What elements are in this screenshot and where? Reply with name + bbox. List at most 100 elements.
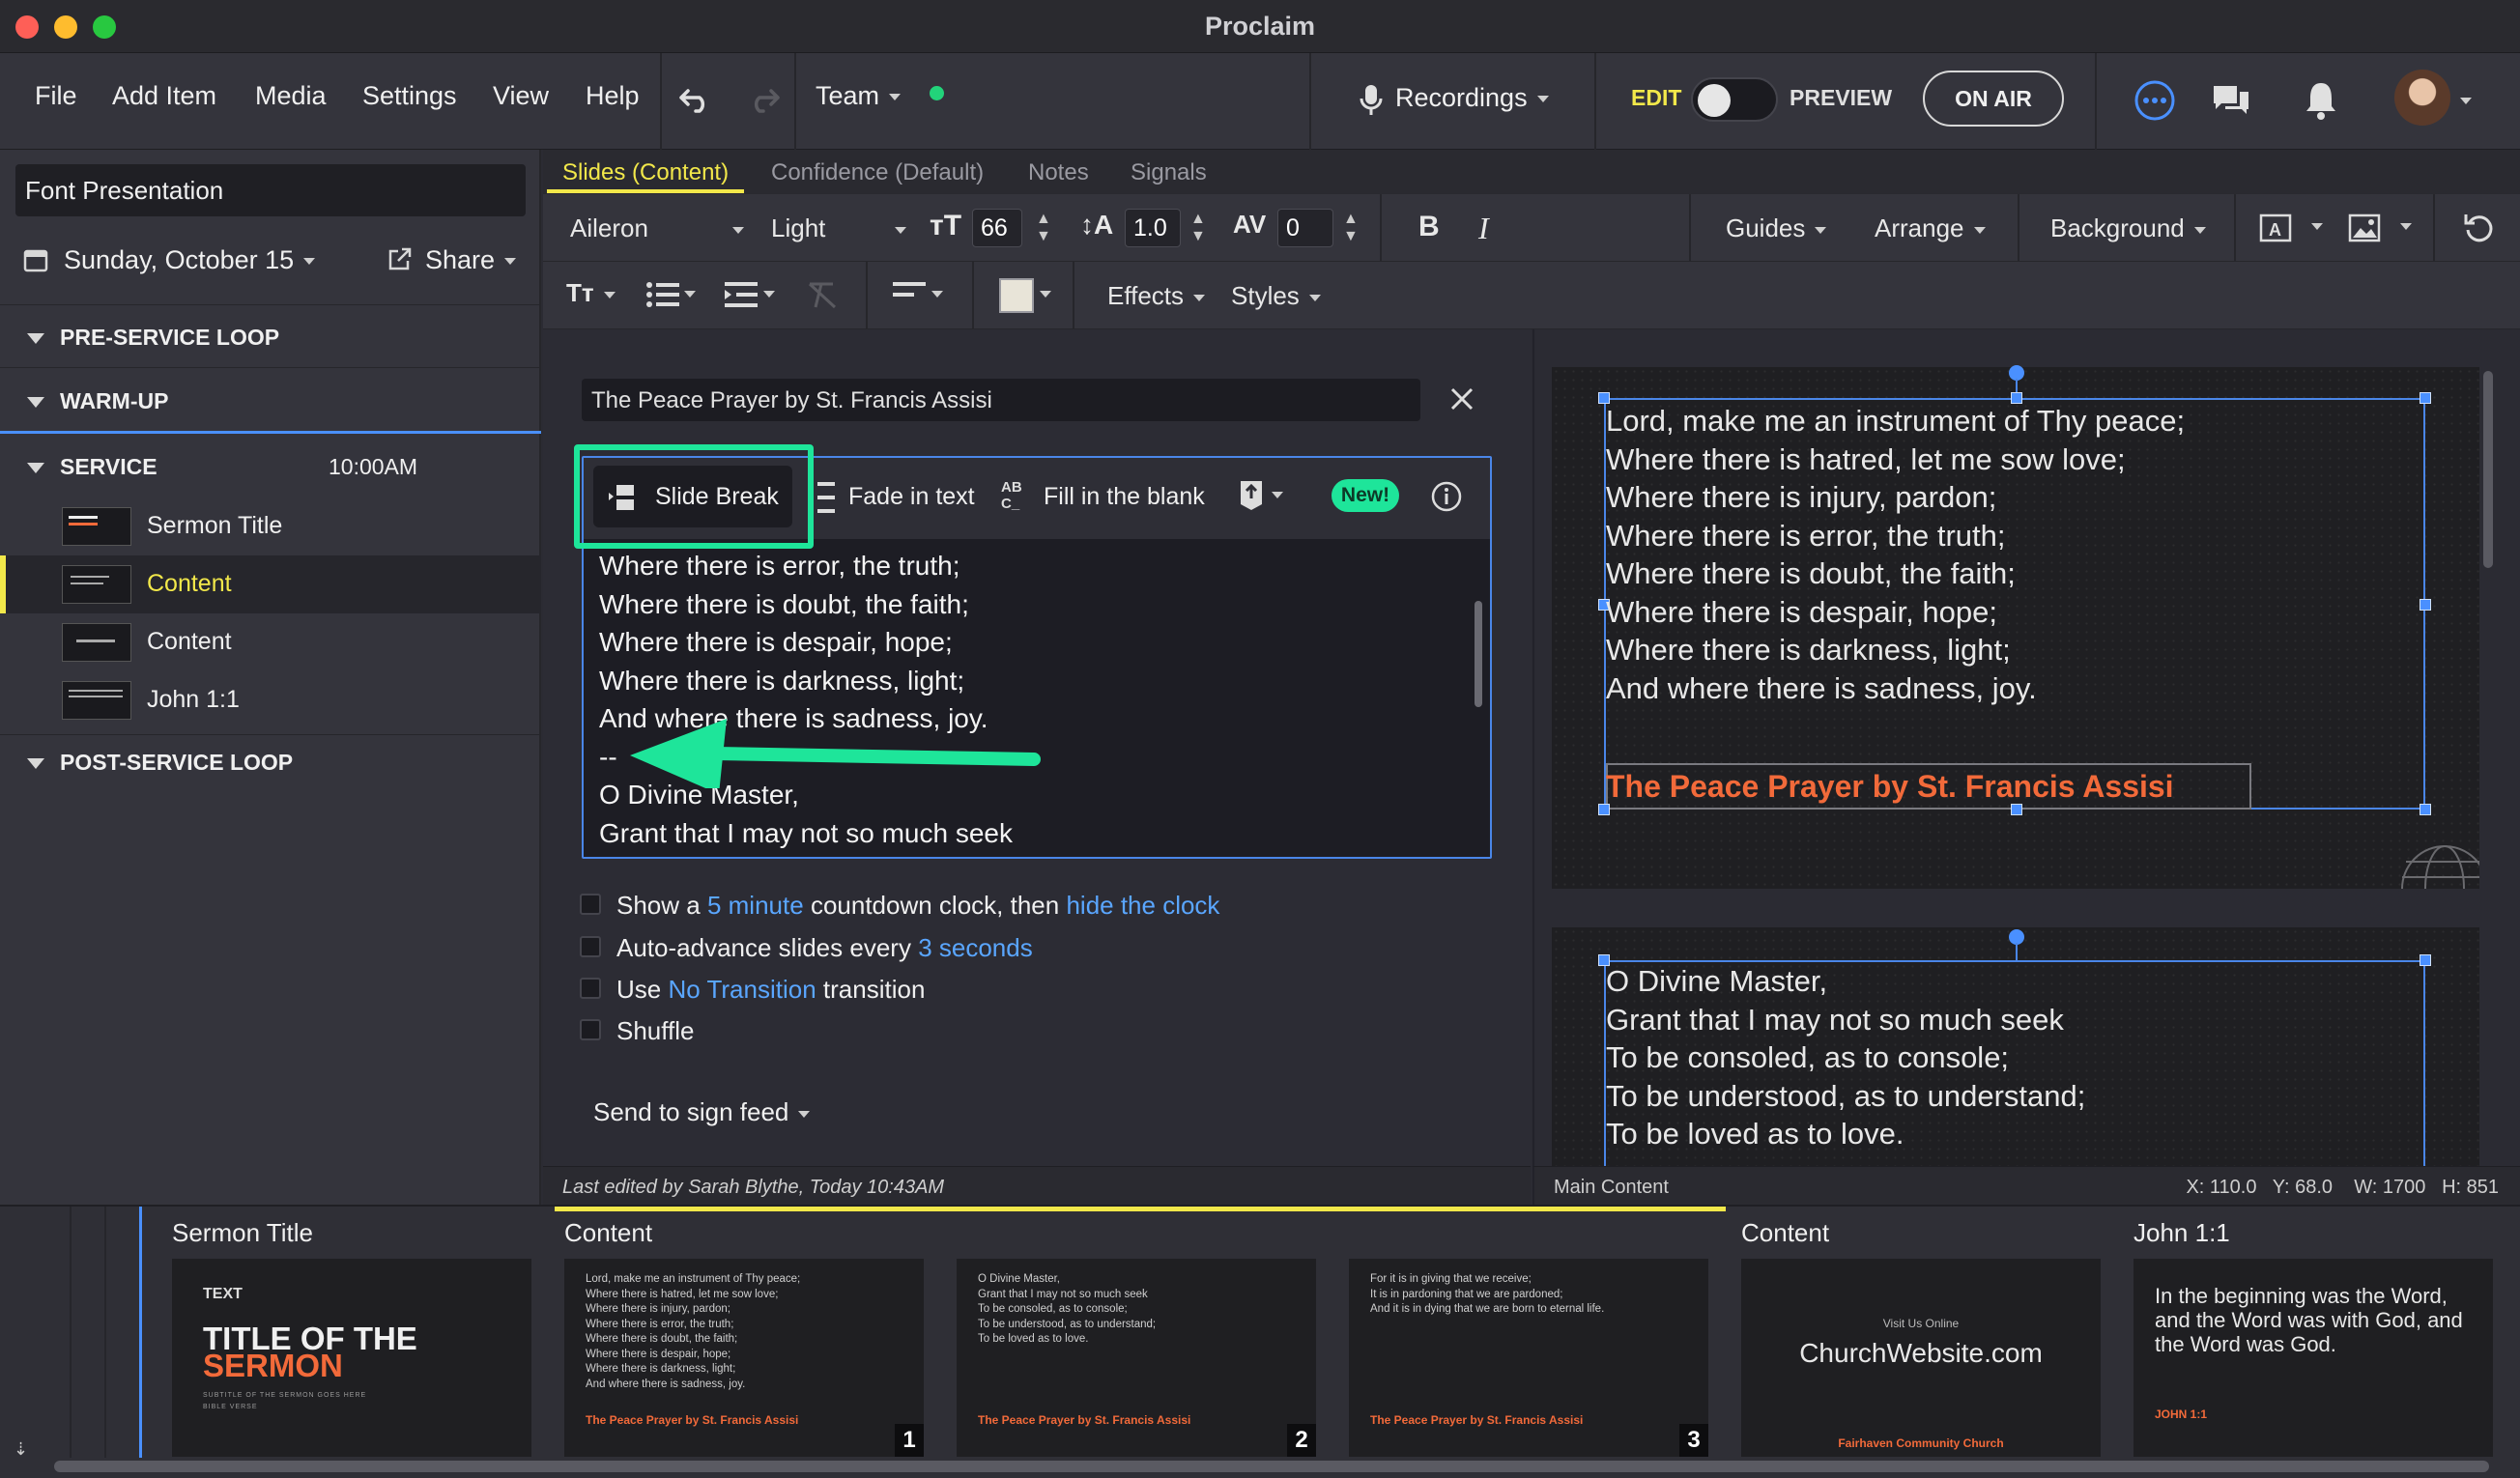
more-options-icon[interactable]	[2133, 79, 2176, 122]
align-chevron-icon[interactable]	[922, 286, 943, 303]
font-size-stepper[interactable]: ▲ ▼	[1036, 211, 1051, 245]
transition-checkbox[interactable]	[580, 978, 601, 999]
slide-thumb-content-2[interactable]: O Divine Master, Grant that I may not so …	[957, 1259, 1316, 1457]
share-dropdown[interactable]: Share	[425, 245, 516, 275]
fill-in-blank-button[interactable]: Fill in the blank	[1044, 483, 1205, 511]
line-height-stepper[interactable]: ▲ ▼	[1190, 211, 1206, 245]
transition-type-link[interactable]: No Transition	[668, 975, 816, 1004]
resize-handle[interactable]	[2011, 804, 2022, 815]
countdown-checkbox[interactable]	[580, 894, 601, 915]
slide-break-button[interactable]: Slide Break	[593, 466, 792, 527]
collapse-strip-icon[interactable]: ⇣	[14, 1439, 28, 1460]
slide-thumb-sermon-title[interactable]: TEXT TITLE OF THE SERMON SUBTITLE OF THE…	[172, 1259, 531, 1457]
slide-thumb-john[interactable]: In the beginning was the Word, and the W…	[2133, 1259, 2493, 1457]
background-dropdown[interactable]: Background	[2050, 213, 2206, 243]
insert-marker-chevron-icon[interactable]	[1262, 487, 1283, 504]
bullet-list-chevron-icon[interactable]	[674, 286, 696, 303]
slide-thumb-content-3[interactable]: For it is in giving that we receive; It i…	[1349, 1259, 1708, 1457]
redo-icon[interactable]	[746, 85, 781, 114]
slide-2-text: O Divine Master, Grant that I may not so…	[1606, 962, 2085, 1153]
effects-dropdown[interactable]: Effects	[1107, 281, 1205, 311]
service-date-dropdown[interactable]: Sunday, October 15	[64, 245, 315, 275]
edit-preview-toggle[interactable]	[1691, 77, 1778, 122]
styles-dropdown[interactable]: Styles	[1231, 281, 1321, 311]
sidebar-item-label: Sermon Title	[147, 512, 283, 539]
editor-scrollbar[interactable]	[1475, 601, 1482, 707]
image-menu-chevron-icon[interactable]	[2391, 218, 2412, 236]
tab-notes[interactable]: Notes	[1028, 159, 1089, 186]
section-service[interactable]: SERVICE	[27, 454, 158, 480]
fade-in-text-button[interactable]: Fade in text	[848, 483, 975, 511]
menu-settings[interactable]: Settings	[362, 81, 457, 111]
sidebar-item-john[interactable]: John 1:1	[0, 671, 541, 729]
send-to-sign-feed-dropdown[interactable]: Send to sign feed	[593, 1097, 810, 1127]
text-color-swatch[interactable]	[999, 278, 1034, 313]
tab-confidence[interactable]: Confidence (Default)	[771, 159, 984, 186]
menu-view[interactable]: View	[493, 81, 549, 111]
menu-file[interactable]: File	[35, 81, 77, 111]
menu-add-item[interactable]: Add Item	[112, 81, 216, 111]
arrange-dropdown[interactable]: Arrange	[1875, 213, 1986, 243]
lyrics-text-area[interactable]: Where there is error, the truth; Where t…	[584, 541, 1476, 857]
chat-icon[interactable]	[2210, 80, 2252, 119]
avatar-menu-chevron-icon[interactable]	[2450, 93, 2472, 110]
letter-spacing-stepper[interactable]: ▲ ▼	[1343, 211, 1359, 245]
font-size-input[interactable]: 66	[972, 209, 1022, 247]
auto-advance-checkbox[interactable]	[580, 936, 601, 957]
undo-icon[interactable]	[678, 85, 713, 114]
clear-format-icon[interactable]	[806, 280, 839, 309]
menu-help[interactable]: Help	[586, 81, 640, 111]
menu-media[interactable]: Media	[255, 81, 327, 111]
italic-button[interactable]: I	[1478, 211, 1489, 246]
bell-icon[interactable]	[2303, 79, 2339, 122]
auto-advance-seconds-link[interactable]: 3 seconds	[918, 933, 1033, 962]
calendar-icon	[23, 249, 48, 272]
guides-dropdown[interactable]: Guides	[1726, 213, 1826, 243]
hide-clock-link[interactable]: hide the clock	[1066, 891, 1219, 920]
section-pre-service-loop[interactable]: PRE-SERVICE LOOP	[27, 325, 279, 351]
recordings-dropdown[interactable]: Recordings	[1395, 83, 1549, 113]
group-label: Content	[1741, 1218, 1830, 1247]
reset-icon[interactable]	[2462, 211, 2497, 245]
indent-chevron-icon[interactable]	[754, 286, 775, 303]
line-height-input[interactable]: 1.0	[1125, 209, 1181, 247]
shuffle-checkbox[interactable]	[580, 1019, 601, 1040]
team-dropdown[interactable]: Team	[816, 81, 901, 111]
section-post-service-loop[interactable]: POST-SERVICE LOOP	[27, 750, 293, 776]
slide-title-input[interactable]: The Peace Prayer by St. Francis Assisi	[582, 379, 1420, 421]
user-avatar[interactable]	[2394, 70, 2450, 126]
resize-handle[interactable]	[2420, 599, 2431, 611]
slide-strip-scrollbar[interactable]	[54, 1461, 2489, 1472]
divider	[794, 53, 796, 150]
resize-handle[interactable]	[2420, 954, 2431, 966]
sidebar-item-content[interactable]: Content	[0, 613, 541, 671]
font-family-select[interactable]: Aileron	[570, 213, 744, 243]
edit-mode-label: EDIT	[1631, 85, 1682, 110]
preview-scrollbar[interactable]	[2483, 371, 2493, 568]
on-air-button[interactable]: ON AIR	[1923, 71, 2064, 127]
text-box-menu-chevron-icon[interactable]	[2302, 218, 2323, 236]
resize-handle[interactable]	[2420, 392, 2431, 404]
text-color-chevron-icon[interactable]	[1030, 286, 1051, 303]
text-case-icon[interactable]: Tт	[566, 278, 616, 308]
resize-handle[interactable]	[1598, 804, 1610, 815]
resize-handle[interactable]	[2420, 804, 2431, 815]
divider	[972, 262, 974, 329]
countdown-minutes-link[interactable]: 5 minute	[707, 891, 804, 920]
section-warm-up[interactable]: WARM-UP	[27, 388, 168, 414]
close-icon[interactable]	[1449, 386, 1475, 412]
info-icon[interactable]	[1430, 480, 1463, 513]
tab-slides[interactable]: Slides (Content)	[562, 159, 729, 186]
tab-signals[interactable]: Signals	[1131, 159, 1207, 186]
slide-thumb-content-1[interactable]: Lord, make me an instrument of Thy peace…	[564, 1259, 924, 1457]
presentation-name-field[interactable]: Font Presentation	[15, 164, 526, 216]
sidebar-item-sermon-title[interactable]: Sermon Title	[0, 497, 541, 555]
letter-spacing-input[interactable]: 0	[1277, 209, 1333, 247]
image-icon[interactable]	[2348, 213, 2381, 243]
insert-marker-icon[interactable]	[1239, 479, 1264, 512]
sidebar-item-content-selected[interactable]: Content	[0, 555, 541, 613]
font-weight-select[interactable]: Light	[771, 213, 906, 243]
slide-thumb-website[interactable]: Visit Us Online ChurchWebsite.com Fairha…	[1741, 1259, 2101, 1457]
text-box-icon[interactable]: A	[2259, 213, 2292, 243]
bold-button[interactable]: B	[1418, 211, 1440, 243]
